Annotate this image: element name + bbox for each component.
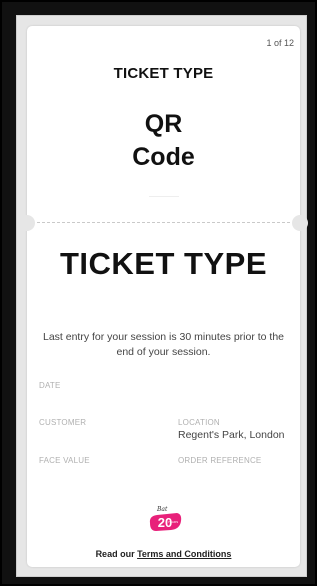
ticket-card: 1 of 12 TICKET TYPE QR Code TICKET TYPE … [19, 26, 308, 567]
ticket-type-heading: TICKET TYPE [113, 65, 214, 82]
ticket-type-title: TICKET TYPE [59, 246, 267, 281]
terms-and-conditions-link[interactable]: Terms and Conditions [137, 549, 231, 559]
location-value: Regent's Park, London [178, 429, 285, 441]
qr-label-line2: Code [132, 142, 195, 171]
ticket-notch-left [19, 215, 35, 231]
qr-code-placeholder: QR Code [27, 108, 300, 173]
perforation-line [37, 222, 290, 223]
terms-line: Read our Terms and Conditions [27, 549, 300, 559]
device-frame: 1 of 12 TICKET TYPE QR Code TICKET TYPE … [0, 0, 317, 586]
logo-sub: YEARS [168, 520, 178, 524]
entry-note: Last entry for your session is 30 minute… [42, 331, 285, 359]
ticket-notch-right [292, 215, 308, 231]
page-count: 1 of 12 [266, 38, 294, 48]
ticket-container: 1 of 12 TICKET TYPE QR Code TICKET TYPE … [16, 15, 308, 577]
terms-prefix: Read our [95, 549, 138, 559]
qr-divider [149, 196, 179, 197]
date-label: DATE [39, 381, 61, 390]
qr-label-line1: QR [144, 110, 183, 138]
face-value-label: FACE VALUE [39, 456, 90, 465]
brand-logo-icon: 20 Bat YEARS [149, 506, 182, 531]
customer-label: CUSTOMER [39, 418, 87, 427]
location-label: LOCATION [178, 418, 220, 427]
logo-script: Bat [156, 506, 168, 513]
order-reference-label: ORDER REFERENCE [178, 456, 262, 465]
